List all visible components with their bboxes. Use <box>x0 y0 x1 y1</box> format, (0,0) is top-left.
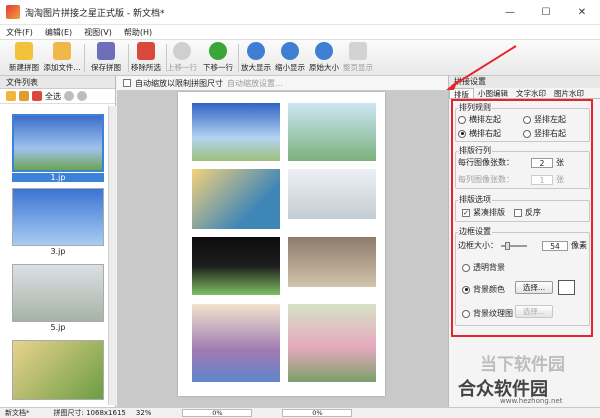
thumbnail-3[interactable] <box>12 264 104 322</box>
move-down-icon[interactable] <box>77 91 87 101</box>
annotation-arrow <box>446 45 517 90</box>
canvas-header: 自动缩放以限制拼图尺寸 自动缩放设置... <box>117 76 448 91</box>
tab-image-watermark[interactable]: 图片水印 <box>550 88 588 98</box>
status-bar: 新文档* 拼图尺寸: 1068x1615 32% 0% 0% <box>0 407 600 417</box>
app-icon <box>6 5 20 19</box>
maximize-button[interactable]: ☐ <box>528 0 564 25</box>
collage-photo[interactable] <box>192 169 280 229</box>
window-title: 淘淘图片拼接之星正式版 - 新文档* <box>25 8 165 19</box>
collage-photo[interactable] <box>192 237 280 295</box>
add-icon[interactable] <box>6 91 16 101</box>
collage-photo[interactable] <box>288 304 376 382</box>
thumbnail-2[interactable] <box>12 188 104 246</box>
collage-photo[interactable] <box>288 237 376 287</box>
progress-bar: 0% <box>282 408 353 417</box>
auto-zoom-label: 自动缩放以限制拼图尺寸 <box>135 78 223 88</box>
add-files-button[interactable]: 添加文件... <box>42 42 82 74</box>
add-folder-icon[interactable] <box>19 91 29 101</box>
menu-edit[interactable]: 编辑(E) <box>45 27 72 38</box>
thumbnail-label[interactable]: 1.jp <box>12 173 104 182</box>
auto-zoom-checkbox[interactable] <box>123 79 131 87</box>
fit-page-icon <box>349 42 367 60</box>
thumbnail-4[interactable] <box>12 340 104 400</box>
menu-help[interactable]: 帮助(H) <box>124 27 152 38</box>
thumbnail-label[interactable]: 5.jp <box>12 323 104 332</box>
arrow-up-icon <box>173 42 191 60</box>
magnifier-icon <box>315 42 333 60</box>
close-button[interactable]: ✕ <box>564 0 600 25</box>
watermark-text: 当下软件园 <box>480 355 565 375</box>
thumbnail-list[interactable]: 1.jp 3.jp 5.jp <box>0 106 108 405</box>
thumbnail-1[interactable] <box>12 114 104 172</box>
toolbar-separator <box>84 44 85 72</box>
file-list-toolbar: 全选 <box>0 89 115 104</box>
collage-photo[interactable] <box>192 103 280 161</box>
status-size: 拼图尺寸: 1068x1615 <box>53 408 126 417</box>
add-file-icon <box>53 42 71 60</box>
remove-selected-button[interactable]: 移除所选 <box>126 42 166 74</box>
save-collage-button[interactable]: 保存拼图 <box>86 42 126 74</box>
menu-file[interactable]: 文件(F) <box>6 27 33 38</box>
collage-photo[interactable] <box>288 169 376 219</box>
minimize-button[interactable]: — <box>492 0 528 25</box>
highlight-box <box>451 99 593 337</box>
new-collage-button[interactable]: 新建拼图 <box>4 42 44 74</box>
collage-photo[interactable] <box>288 103 376 161</box>
save-icon <box>97 42 115 60</box>
file-list-title: 文件列表 <box>0 76 115 89</box>
move-up-button[interactable]: 上移一行 <box>162 42 202 74</box>
remove-icon[interactable] <box>32 91 42 101</box>
move-down-button[interactable]: 下移一行 <box>198 42 238 74</box>
menu-view[interactable]: 视图(V) <box>84 27 112 38</box>
zoom-out-icon <box>281 42 299 60</box>
select-all-button[interactable]: 全选 <box>45 91 61 102</box>
zoom-in-icon <box>247 42 265 60</box>
new-file-icon <box>15 42 33 60</box>
remove-icon <box>137 42 155 60</box>
collage-sheet[interactable] <box>178 92 385 396</box>
menu-bar: 文件(F) 编辑(E) 视图(V) 帮助(H) <box>0 25 600 40</box>
watermark-url: www.hezhong.net <box>500 397 563 405</box>
status-doc: 新文档* <box>5 408 30 417</box>
auto-zoom-settings-link[interactable]: 自动缩放设置... <box>227 78 283 89</box>
arrow-down-icon <box>209 42 227 60</box>
fit-page-button[interactable]: 整页显示 <box>338 42 378 74</box>
file-list-scrollbar[interactable] <box>108 106 116 405</box>
move-up-icon[interactable] <box>64 91 74 101</box>
title-bar: 淘淘图片拼接之星正式版 - 新文档* — ☐ ✕ <box>0 0 600 25</box>
progress-bar: 0% <box>182 408 253 417</box>
thumbnail-label[interactable]: 3.jp <box>12 247 104 256</box>
collage-photo[interactable] <box>192 304 280 382</box>
status-zoom: 32% <box>135 408 152 417</box>
